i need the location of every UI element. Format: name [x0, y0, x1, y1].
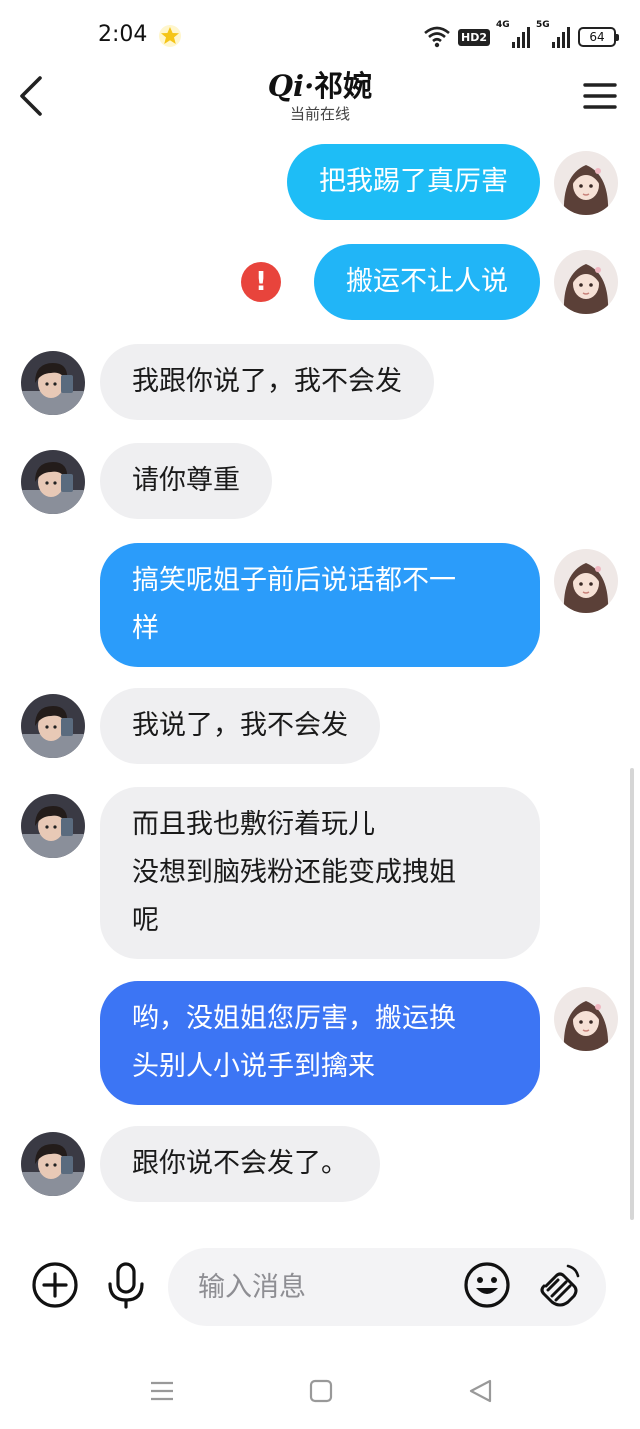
avatar-contact[interactable]	[21, 1132, 85, 1196]
avatar-self[interactable]	[554, 987, 618, 1051]
avatar-contact[interactable]	[21, 351, 85, 415]
chat-scrollbar[interactable]	[630, 768, 634, 1220]
menu-button[interactable]	[582, 80, 618, 112]
plus-circle-icon[interactable]	[30, 1260, 80, 1310]
microphone-icon[interactable]	[101, 1260, 151, 1310]
signal-5g-icon: 5G	[536, 20, 570, 48]
message-bubble-incoming[interactable]: 我跟你说了，我不会发	[100, 344, 434, 420]
avatar-contact[interactable]	[21, 794, 85, 858]
message-bubble-incoming[interactable]: 我说了，我不会发	[100, 688, 380, 764]
avatar-self[interactable]	[554, 250, 618, 314]
input-bar	[0, 1240, 640, 1336]
wifi-icon	[424, 26, 450, 48]
online-status: 当前在线	[289, 105, 350, 123]
hand-wave-icon[interactable]	[534, 1260, 584, 1310]
contact-name[interactable]: Qi·祁婉	[0, 68, 640, 104]
message-bubble-outgoing[interactable]: 搞笑呢姐子前后说话都不一 样	[100, 543, 540, 667]
message-bubble-incoming[interactable]: 而且我也敷衍着玩儿 没想到脑残粉还能变成拽姐 呢	[100, 787, 540, 959]
message-bubble-outgoing[interactable]: 把我踢了真厉害	[287, 144, 540, 220]
nav-back-icon[interactable]	[466, 1376, 496, 1406]
status-time: 2:04	[98, 22, 148, 47]
avatar-self[interactable]	[554, 549, 618, 613]
message-list[interactable]: 把我踢了真厉害 ! 搬运不让人说 我跟你说了，我不会发 请你尊重 搞笑呢姐子前后…	[0, 136, 640, 1226]
system-nav-bar	[0, 1360, 640, 1420]
hd-badge: HD2	[458, 28, 490, 46]
message-bubble-incoming[interactable]: 跟你说不会发了。	[100, 1126, 380, 1202]
avatar-contact[interactable]	[21, 450, 85, 514]
message-bubble-outgoing[interactable]: 搬运不让人说	[314, 244, 540, 320]
star-icon	[159, 25, 181, 47]
battery-icon: 64	[578, 27, 619, 47]
message-bubble-outgoing[interactable]: 哟，没姐姐您厉害，搬运换 头别人小说手到擒来	[100, 981, 540, 1105]
send-failed-icon[interactable]: !	[241, 262, 281, 302]
chat-header: Qi·祁婉 当前在线	[0, 60, 640, 136]
avatar-contact[interactable]	[21, 694, 85, 758]
hamburger-menu-icon	[583, 83, 617, 109]
signal-4g-icon: 4G	[496, 20, 530, 48]
smiley-icon[interactable]	[462, 1260, 512, 1310]
title-block: Qi·祁婉 当前在线	[0, 68, 640, 124]
status-icons: HD2 4G 5G 64	[424, 20, 619, 52]
battery-level: 64	[589, 30, 605, 44]
nav-recents-icon[interactable]	[147, 1376, 177, 1406]
nav-home-icon[interactable]	[306, 1376, 336, 1406]
avatar-self[interactable]	[554, 151, 618, 215]
message-bubble-incoming[interactable]: 请你尊重	[100, 443, 272, 519]
